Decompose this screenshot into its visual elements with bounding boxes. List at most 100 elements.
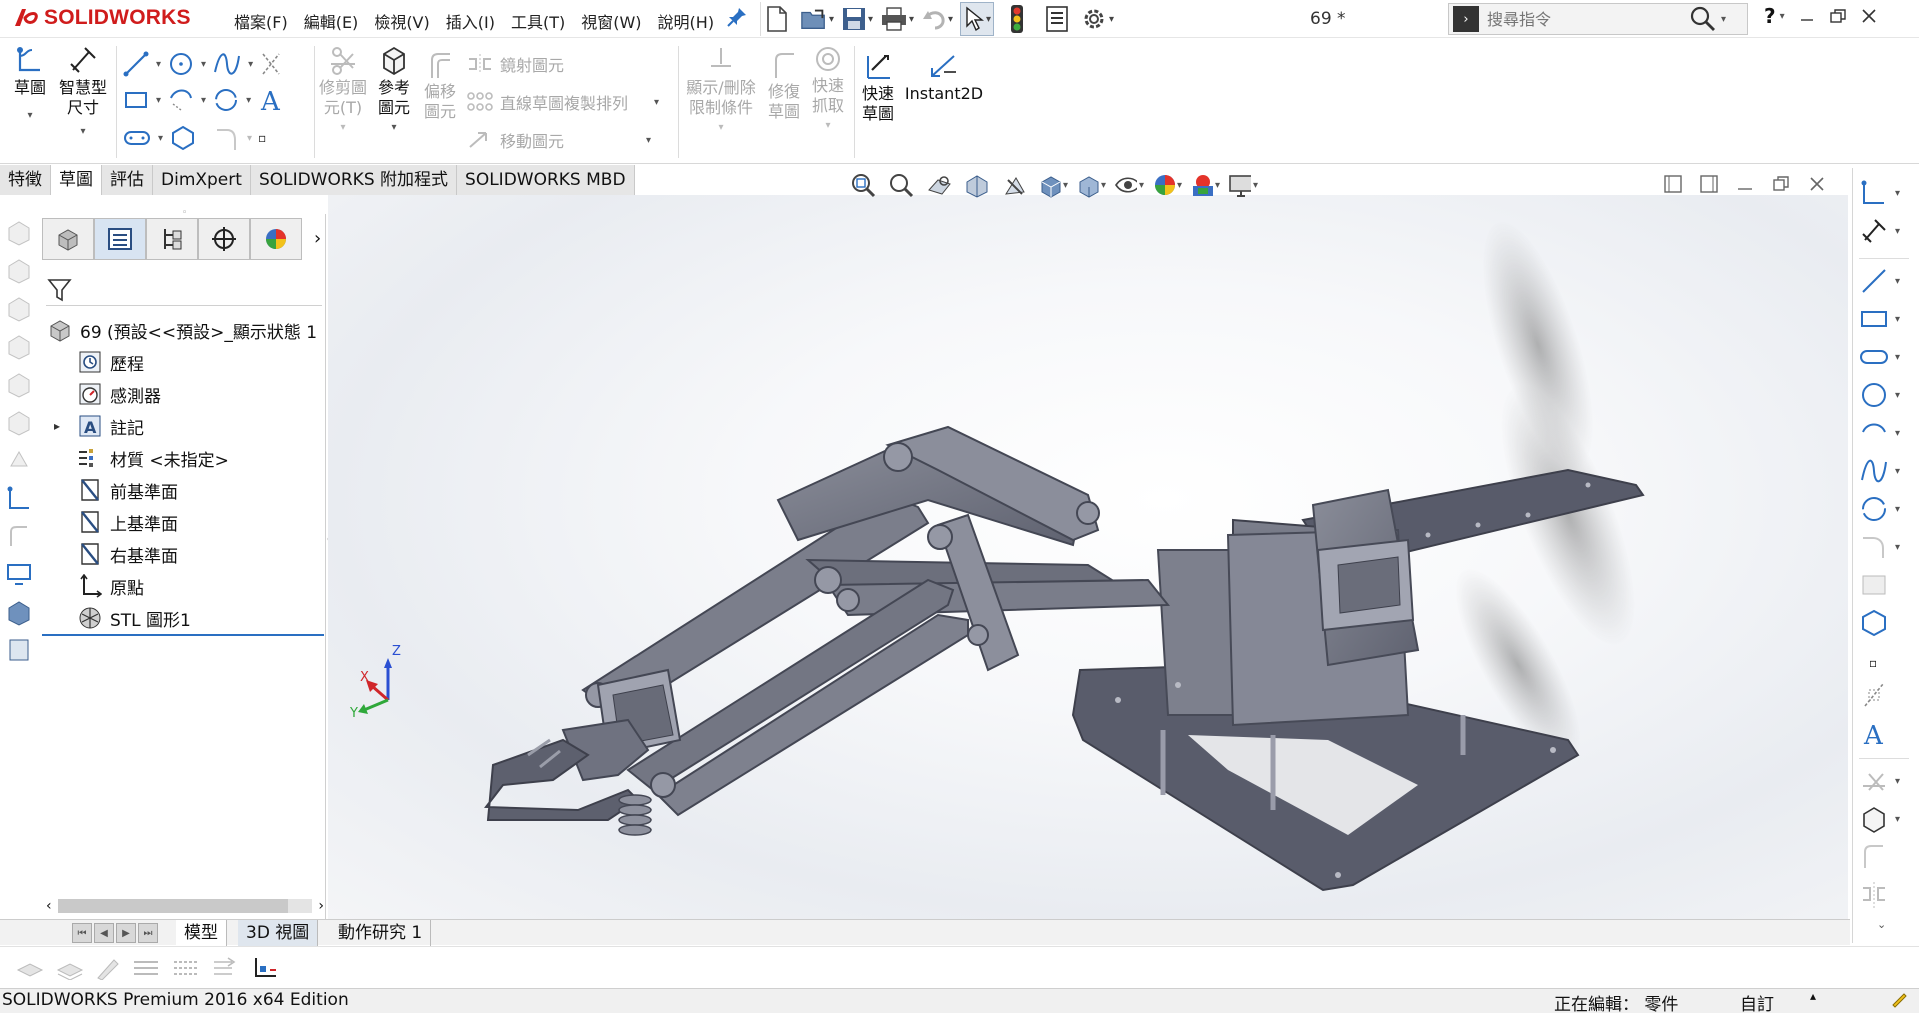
restore-icon[interactable] — [1829, 8, 1847, 24]
file-properties-icon[interactable] — [1040, 2, 1074, 36]
menu-help[interactable]: 說明(H) — [650, 7, 723, 35]
previous-view-icon[interactable] — [924, 170, 954, 200]
featuremanager-tab-icon[interactable] — [42, 218, 94, 260]
right-convert-entities-icon[interactable]: ▾ — [1859, 802, 1909, 836]
right-line-icon[interactable]: ▾ — [1859, 264, 1909, 298]
smart-dimension-dropdown-icon[interactable]: ▾ — [80, 122, 85, 142]
right-sketch-icon[interactable]: ▾ — [1859, 176, 1909, 210]
tree-item[interactable]: 上基準面 — [42, 506, 326, 538]
right-text-icon[interactable]: A — [1859, 716, 1909, 750]
view-settings-icon[interactable] — [1228, 170, 1258, 200]
zoom-to-area-icon[interactable] — [886, 170, 916, 200]
viewport-close-icon[interactable] — [1808, 175, 1826, 193]
right-arc-icon[interactable]: ▾ — [1859, 416, 1909, 450]
scroll-thumb[interactable] — [57, 899, 288, 913]
construction-geometry-icon[interactable] — [259, 50, 283, 78]
menu-insert[interactable]: 插入(I) — [438, 7, 503, 35]
hide-show-items-icon[interactable] — [1114, 170, 1144, 200]
extrude-cut-icon[interactable] — [5, 370, 35, 400]
instant2d-button[interactable]: Instant2D — [904, 52, 984, 104]
bottom-plane2-icon[interactable] — [54, 953, 86, 983]
menu-view[interactable]: 檢視(V) — [366, 7, 437, 35]
point-icon[interactable]: ▫ — [258, 131, 266, 145]
tree-root-part[interactable]: 69 (預設<<預設>_顯示狀態 1 — [42, 314, 326, 346]
slot-icon[interactable] — [122, 126, 152, 150]
rapid-sketch-button[interactable]: 快速 草圖 — [858, 52, 898, 124]
menu-file[interactable]: 檔案(F) — [226, 7, 296, 35]
right-fillet-icon[interactable]: ▾ — [1859, 530, 1909, 564]
move-entities-button[interactable]: 移動圖元 ▾ — [466, 128, 651, 152]
units-dropdown-icon[interactable]: ▴ — [1810, 989, 1816, 1003]
print-icon[interactable] — [880, 2, 914, 36]
screen-capture-icon[interactable] — [5, 560, 35, 590]
dimxpertmanager-tab-icon[interactable] — [198, 218, 250, 260]
sketch-dropdown-icon[interactable]: ▾ — [27, 106, 32, 126]
view-orientation-icon[interactable] — [1038, 170, 1068, 200]
right-polygon-icon[interactable] — [1859, 606, 1909, 640]
minimize-icon[interactable] — [1799, 8, 1815, 24]
bottom-sketch-origin-icon[interactable] — [248, 953, 280, 983]
tree-filter[interactable] — [46, 276, 322, 306]
select-pointer-icon[interactable] — [960, 2, 994, 36]
trim-entities-button[interactable]: 修剪圖 元(T) ▾ — [318, 44, 368, 138]
quick-snaps-button[interactable]: 快速 抓取 ▾ — [808, 44, 848, 136]
right-sketch-picture-icon[interactable] — [1859, 568, 1909, 602]
bottom-lines-icon[interactable] — [130, 953, 162, 983]
rectangle-icon[interactable] — [122, 86, 150, 114]
offset-entities-button[interactable]: 偏移 圖元 — [420, 52, 460, 122]
viewport-restore-icon[interactable] — [1772, 175, 1790, 193]
sketch-button[interactable]: 草圖 ▾ — [10, 44, 50, 126]
section-view-icon[interactable] — [962, 170, 992, 200]
displaymanager-tab-icon[interactable] — [250, 218, 302, 260]
smart-dimension-button[interactable]: 智慧型 尺寸 ▾ — [56, 44, 110, 142]
tree-item[interactable]: 感測器 — [42, 378, 326, 410]
pin-menu-icon[interactable] — [726, 6, 748, 28]
viewport-minimize-icon[interactable] — [1736, 175, 1754, 193]
right-rectangle-icon[interactable]: ▾ — [1859, 302, 1909, 336]
search-input[interactable] — [1487, 9, 1687, 29]
tab-motion-study[interactable]: 動作研究 1 — [330, 920, 432, 946]
text-icon[interactable]: A — [257, 86, 285, 114]
right-circle-icon[interactable]: ▾ — [1859, 378, 1909, 412]
panel-grip-icon[interactable]: ◦ — [182, 208, 187, 218]
tree-item[interactable]: ▸ A 註記 — [42, 410, 326, 442]
search-icon[interactable] — [1689, 5, 1717, 33]
fillet-icon[interactable] — [213, 124, 241, 152]
extrude-boss-icon[interactable] — [5, 218, 35, 248]
arc-icon[interactable] — [167, 86, 195, 114]
split-vertical-icon[interactable] — [1700, 175, 1718, 193]
tree-item[interactable]: 材質 <未指定> — [42, 442, 326, 474]
dynamic-annotation-icon[interactable] — [1000, 170, 1030, 200]
display-style-icon[interactable] — [1076, 170, 1106, 200]
open-folder-icon[interactable] — [800, 2, 834, 36]
polygon-icon[interactable] — [169, 124, 197, 152]
apply-scene-icon[interactable] — [1190, 170, 1220, 200]
circle-icon[interactable] — [167, 50, 195, 78]
edit-appearance-icon[interactable] — [1152, 170, 1182, 200]
new-document-icon[interactable] — [760, 2, 794, 36]
menu-edit[interactable]: 編輯(E) — [296, 7, 367, 35]
rebuild-traffic-light-icon[interactable] — [1000, 2, 1034, 36]
sketch-left-icon[interactable] — [5, 484, 35, 514]
undo-icon[interactable] — [920, 2, 954, 36]
help-dropdown-icon[interactable]: ▾ — [1780, 11, 1785, 22]
tree-item[interactable]: 歷程 — [42, 346, 326, 378]
save-icon[interactable] — [840, 2, 874, 36]
expand-arrow-icon[interactable]: ▸ — [54, 419, 60, 433]
instant3d-icon[interactable] — [5, 636, 35, 666]
right-smart-dimension-icon[interactable]: ▾ — [1859, 214, 1909, 248]
display-delete-relations-button[interactable]: 顯示/刪除 限制條件 ▾ — [682, 44, 760, 138]
graphics-area[interactable]: Z X Y — [328, 195, 1848, 920]
menu-window[interactable]: 視窗(W) — [573, 7, 649, 35]
mirror-entities-button[interactable]: 鏡射圖元 — [466, 52, 564, 76]
fillet-feature-icon[interactable] — [5, 446, 35, 476]
tree-item[interactable]: 右基準面 — [42, 538, 326, 570]
lofted-boss-icon[interactable] — [5, 332, 35, 362]
bottom-plane-icon[interactable] — [14, 953, 46, 983]
menu-tools[interactable]: 工具(T) — [503, 7, 573, 35]
tree-item[interactable]: 前基準面 — [42, 474, 326, 506]
propertymanager-tab-icon[interactable] — [94, 218, 146, 260]
next-tab-icon[interactable]: ▶ — [116, 923, 136, 943]
tree-item[interactable]: 原點 — [42, 570, 326, 602]
tab-features[interactable]: 特徵 — [0, 165, 51, 195]
